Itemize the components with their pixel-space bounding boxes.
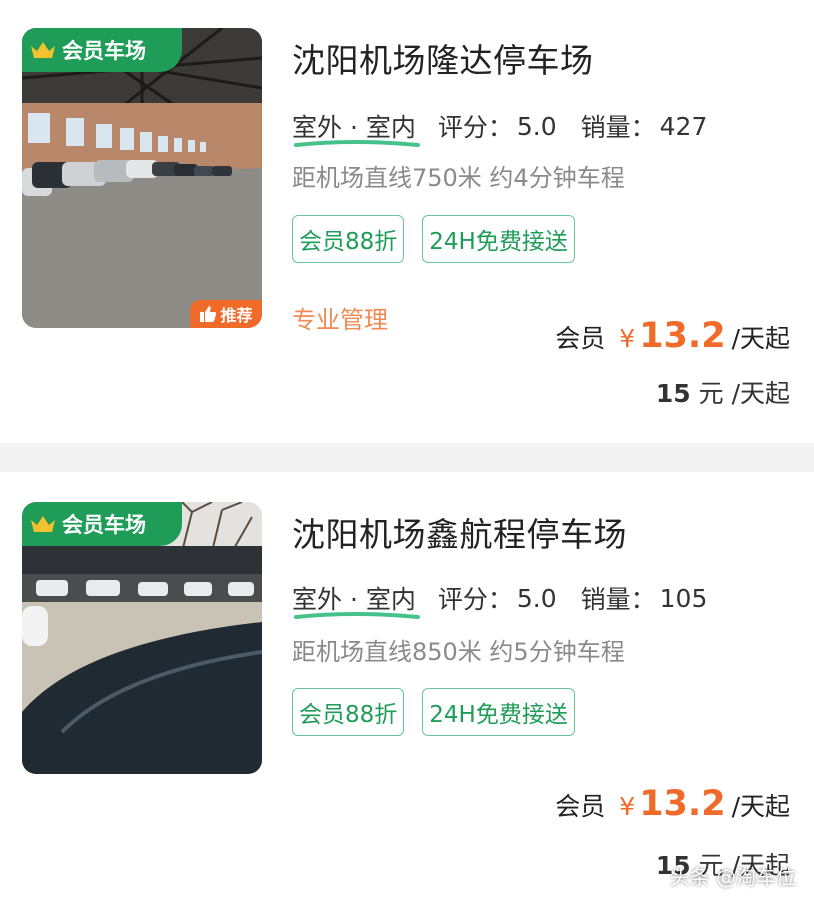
member-price: 会员 ¥ 13.2 /天起: [555, 784, 790, 824]
rating-label: 评分：: [437, 113, 513, 142]
feature-text: 专业管理: [292, 306, 388, 334]
member-price: 会员 ¥ 13.2 /天起: [555, 316, 790, 356]
parking-garage-photo: [22, 28, 262, 328]
parking-card[interactable]: 会员车场 沈阳机场鑫航程停车场 室外 · 室内 评分： 5.0 销量： 105 …: [0, 472, 814, 906]
parking-photo[interactable]: 会员车场 推荐: [22, 28, 262, 328]
member-price-amount: 13.2: [639, 316, 726, 356]
location-type: 室外 · 室内: [292, 580, 420, 619]
location-underline: [294, 612, 420, 619]
tag-list: 会员88折 24H免费接送: [292, 215, 575, 263]
rating-label: 评分：: [437, 585, 513, 614]
watermark: 头条 @淘车位: [669, 865, 796, 889]
rating-value: 5.0: [516, 583, 557, 613]
parking-photo[interactable]: 会员车场: [22, 502, 262, 774]
currency-symbol: ¥: [619, 792, 636, 821]
member-price-unit: /天起: [731, 792, 790, 821]
recommend-badge: 推荐: [190, 300, 262, 328]
member-price-label: 会员: [555, 324, 606, 353]
currency-symbol: ¥: [619, 324, 636, 353]
member-lot-label: 会员车场: [62, 39, 146, 63]
location-type: 室外 · 室内: [292, 108, 420, 147]
sales-value: 427: [659, 111, 708, 141]
location-underline: [294, 140, 420, 147]
parking-meta: 室外 · 室内 评分： 5.0 销量： 427: [292, 108, 708, 147]
tag-list: 会员88折 24H免费接送: [292, 688, 575, 736]
thumbs-up-icon: [200, 306, 217, 322]
rating-value: 5.0: [516, 111, 557, 141]
member-price-unit: /天起: [731, 324, 790, 353]
recommend-label: 推荐: [220, 306, 253, 325]
original-price: 15 元 /天起: [656, 374, 790, 410]
tag-free-shuttle: 24H免费接送: [422, 215, 575, 263]
member-lot-badge: 会员车场: [22, 28, 182, 72]
parking-meta: 室外 · 室内 评分： 5.0 销量： 105: [292, 580, 708, 619]
member-lot-badge: 会员车场: [22, 502, 182, 546]
parking-title[interactable]: 沈阳机场鑫航程停车场: [292, 508, 627, 556]
distance-info: 距机场直线850米 约5分钟车程: [292, 638, 625, 666]
crown-icon: [31, 516, 55, 532]
sales-label: 销量：: [580, 585, 656, 614]
tag-free-shuttle: 24H免费接送: [422, 688, 575, 736]
parking-title[interactable]: 沈阳机场隆达停车场: [292, 34, 594, 82]
sales-value: 105: [659, 583, 708, 613]
sales-label: 销量：: [580, 113, 656, 142]
crown-icon: [31, 42, 55, 58]
original-price-amount: 15: [655, 379, 691, 408]
tag-member-discount: 会员88折: [292, 215, 405, 263]
parking-card[interactable]: 会员车场 推荐 沈阳机场隆达停车场 室外 · 室内 评分： 5.0 销量： 42…: [0, 0, 814, 443]
member-lot-label: 会员车场: [62, 513, 146, 537]
original-price-unit: 元 /天起: [698, 379, 790, 408]
distance-info: 距机场直线750米 约4分钟车程: [292, 164, 625, 192]
location-text: 室外 · 室内: [292, 585, 416, 614]
member-price-amount: 13.2: [639, 784, 726, 824]
location-text: 室外 · 室内: [292, 113, 416, 142]
tag-member-discount: 会员88折: [292, 688, 405, 736]
member-price-label: 会员: [555, 792, 606, 821]
